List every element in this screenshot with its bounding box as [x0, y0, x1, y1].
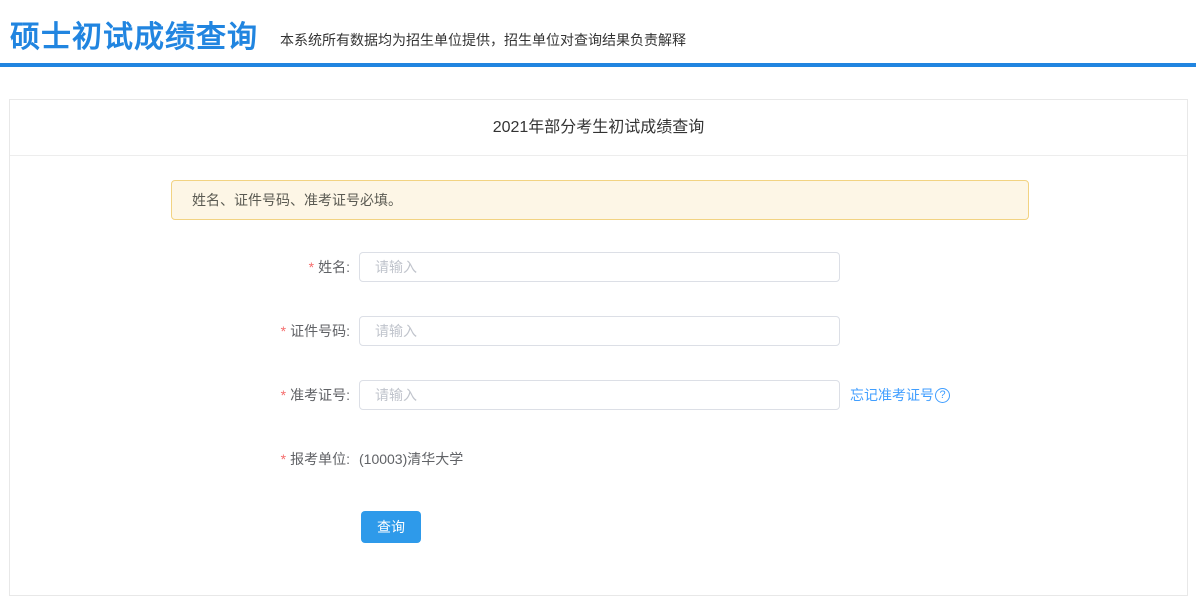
- header-divider: [0, 63, 1196, 67]
- target-unit-value: (10003)清华大学: [359, 451, 464, 467]
- id-number-input[interactable]: [359, 316, 840, 346]
- page-title: 硕士初试成绩查询: [10, 21, 258, 54]
- question-circle-icon: ?: [935, 387, 950, 403]
- admission-ticket-input[interactable]: [359, 380, 840, 410]
- admission-ticket-label-text: 准考证号:: [290, 387, 350, 403]
- target-unit-value-wrap: (10003)清华大学: [359, 444, 463, 474]
- target-unit-label: * 报考单位:: [10, 444, 350, 474]
- form-row-target-unit: * 报考单位: (10003)清华大学: [10, 444, 1187, 474]
- forgot-ticket-link-text: 忘记准考证号: [850, 387, 934, 403]
- id-number-field-wrap: [359, 316, 840, 346]
- page-subtitle: 本系统所有数据均为招生单位提供，招生单位对查询结果负责解释: [280, 32, 686, 48]
- required-asterisk: *: [308, 259, 315, 275]
- forgot-ticket-link[interactable]: 忘记准考证号?: [850, 385, 950, 405]
- name-input[interactable]: [359, 252, 840, 282]
- name-field-wrap: [359, 252, 840, 282]
- form-row-admission-ticket: *准考证号: 忘记准考证号?: [10, 380, 1187, 410]
- required-fields-alert: 姓名、证件号码、准考证号必填。: [171, 180, 1029, 220]
- admission-ticket-label: * 准考证号:: [10, 380, 350, 410]
- site-header: 硕士初试成绩查询 本系统所有数据均为招生单位提供，招生单位对查询结果负责解释: [0, 0, 1196, 63]
- admission-ticket-field-wrap: 忘记准考证号?: [359, 380, 950, 410]
- query-button[interactable]: 查询: [361, 511, 421, 543]
- id-number-label-text: 证件号码:: [290, 323, 350, 339]
- card-body: 姓名、证件号码、准考证号必填。 *姓名: *证件号码:: [10, 156, 1187, 543]
- name-label-text: 姓名:: [318, 259, 350, 275]
- name-label: * 姓名:: [10, 252, 350, 282]
- id-number-label: * 证件号码:: [10, 316, 350, 346]
- query-form: *姓名: *证件号码: *准考证号:: [10, 252, 1187, 543]
- required-asterisk: *: [280, 323, 287, 339]
- submit-row: 查询: [361, 511, 1187, 543]
- form-row-name: * 姓名:: [10, 252, 1187, 282]
- form-row-id-number: * 证件号码:: [10, 316, 1187, 346]
- card-title: 2021年部分考生初试成绩查询: [10, 100, 1187, 156]
- required-asterisk: *: [280, 451, 287, 467]
- target-unit-label-text: 报考单位:: [290, 451, 350, 467]
- required-asterisk: *: [280, 387, 287, 403]
- query-card: 2021年部分考生初试成绩查询 姓名、证件号码、准考证号必填。 *姓名: *证件…: [9, 99, 1188, 596]
